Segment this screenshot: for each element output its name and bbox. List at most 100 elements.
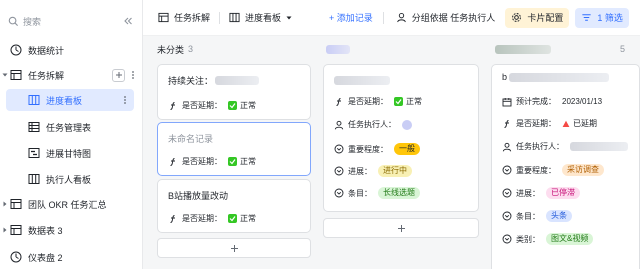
table-icon	[10, 225, 22, 235]
field-label: 是否延期：	[182, 157, 222, 166]
column-title: 未分类	[157, 44, 185, 55]
toolbar: 任务拆解 进度看板 + 添加记录 分组依据 任务执行人 卡片配置 1 筛选	[143, 0, 640, 36]
search-icon	[8, 16, 19, 26]
kanban-icon	[229, 12, 240, 23]
card-title-text: 持续关注：	[168, 76, 214, 86]
sidebar-item-label: 任务拆解	[28, 70, 65, 81]
toolbar-divider	[219, 11, 221, 24]
card-title-text: B站播放量改动	[168, 191, 229, 201]
search-input[interactable]: 搜索	[4, 11, 116, 31]
field-value: 2023/01/13	[562, 97, 603, 106]
dashboard-icon	[10, 44, 22, 56]
caret-right-icon	[3, 201, 7, 207]
filter-icon	[582, 14, 591, 21]
table-icon	[158, 12, 169, 23]
formula-icon	[170, 101, 175, 110]
single-select-icon	[502, 234, 512, 244]
gantt-icon	[28, 148, 40, 158]
field-value: 正常	[240, 157, 256, 166]
kanban-card[interactable]: B站播放量改动 是否延期： 正常	[157, 179, 311, 233]
add-card-button[interactable]	[157, 238, 311, 258]
more-icon[interactable]	[120, 95, 130, 105]
caret-down-icon	[286, 16, 292, 19]
entry-tag: 头条	[546, 210, 572, 222]
field-label: 进展：	[516, 188, 540, 198]
field-overdue: 是否延期： 正常	[168, 100, 256, 111]
caret-right-icon	[3, 227, 7, 233]
sidebar-item-task-breakdown[interactable]: 任务拆解	[0, 64, 142, 86]
redacted-avatar-name	[495, 44, 551, 54]
sidebar-item-dashboard-2[interactable]: 仪表盘 2	[0, 246, 142, 268]
checkbox-checked-icon	[228, 101, 237, 110]
table-name[interactable]: 任务拆解	[158, 8, 210, 28]
field-progress: 进展： 进行中	[334, 165, 412, 177]
column-header-assignee	[326, 41, 354, 57]
sidebar-item-label: 数据统计	[28, 45, 65, 56]
field-value: 正常	[406, 97, 422, 106]
sidebar-item-gantt[interactable]: 进展甘特图	[0, 142, 142, 164]
single-select-icon	[334, 188, 344, 198]
overdue-warning-icon	[562, 120, 570, 127]
field-label: 重要程度：	[516, 165, 556, 175]
priority-tag: 采访调查	[562, 164, 604, 176]
add-record-label: + 添加记录	[329, 13, 373, 23]
field-label: 进展：	[348, 166, 372, 176]
sidebar-item-label: 执行人看板	[46, 174, 92, 185]
collapse-sidebar-icon[interactable]	[122, 15, 134, 27]
column-count: 5	[619, 44, 625, 54]
column-header-assignee: 5	[495, 41, 625, 57]
field-priority: 重要程度： 一般	[334, 143, 420, 155]
filter-button[interactable]: 1 筛选	[575, 7, 629, 28]
person-icon	[396, 13, 406, 23]
grid-icon	[28, 122, 40, 132]
field-label: 是否延期：	[348, 97, 388, 106]
formula-icon	[170, 157, 175, 166]
sidebar-item-label: 进展甘特图	[46, 148, 92, 159]
dashboard-icon	[10, 251, 22, 263]
card-config-label: 卡片配置	[527, 13, 564, 23]
kanban-card[interactable]: 是否延期： 正常 任务执行人： 重要程度： 一般 进展： 进行中 条目： 长线选…	[323, 64, 479, 212]
progress-tag: 进行中	[378, 165, 412, 177]
kanban-card-selected[interactable]: 未命名记录 是否延期： 正常	[157, 122, 311, 176]
priority-tag: 一般	[394, 143, 420, 155]
field-value: 正常	[240, 214, 256, 223]
group-by-label: 分组依据 任务执行人	[411, 13, 496, 23]
field-label: 类别：	[516, 234, 540, 244]
sidebar-item-label: 团队 OKR 任务汇总	[28, 199, 107, 210]
sidebar-item-task-table[interactable]: 任务管理表	[0, 116, 142, 138]
group-by-button[interactable]: 分组依据 任务执行人	[396, 8, 496, 28]
kanban-card[interactable]: 持续关注： 是否延期： 正常	[157, 64, 311, 120]
redacted-text	[570, 142, 628, 151]
kanban-card[interactable]: b 预计完成： 2023/01/13 是否延期： 已延期 任务执行人： 重要程度…	[491, 64, 640, 269]
card-title: 持续关注：	[168, 74, 260, 87]
add-record-button[interactable]: + 添加记录	[329, 8, 373, 28]
card-config-button[interactable]: 卡片配置	[505, 7, 570, 28]
sidebar-item-progress-board[interactable]: 进度看板	[6, 89, 134, 111]
sidebar-item-stats[interactable]: 数据统计	[0, 39, 142, 61]
kanban-icon	[28, 95, 40, 105]
field-label: 是否延期：	[516, 119, 556, 128]
field-label: 任务执行人：	[348, 120, 396, 129]
redacted-text	[215, 76, 260, 85]
field-entry: 条目： 长线选题	[334, 187, 420, 199]
field-progress: 进展： 已停滞	[502, 187, 580, 199]
single-select-icon	[334, 166, 344, 176]
card-title	[334, 76, 390, 85]
table-name-label: 任务拆解	[174, 13, 211, 23]
sidebar-item-okr-summary[interactable]: 团队 OKR 任务汇总	[0, 193, 142, 215]
add-card-button[interactable]	[323, 218, 479, 238]
avatar	[402, 119, 412, 130]
search-placeholder: 搜索	[23, 16, 42, 27]
add-view-button[interactable]	[112, 68, 125, 82]
view-switcher[interactable]: 进度看板	[229, 8, 293, 28]
sidebar-item-assignee-board[interactable]: 执行人看板	[0, 168, 142, 190]
toolbar-divider	[382, 11, 384, 24]
field-label: 是否延期：	[182, 101, 222, 110]
single-select-icon	[334, 144, 344, 154]
more-icon[interactable]	[128, 70, 138, 80]
field-entry: 条目： 头条	[502, 210, 572, 222]
formula-icon	[170, 214, 175, 223]
sidebar-item-table-3[interactable]: 数据表 3	[0, 219, 142, 241]
field-overdue: 是否延期： 已延期	[502, 118, 597, 129]
field-label: 重要程度：	[348, 144, 388, 154]
